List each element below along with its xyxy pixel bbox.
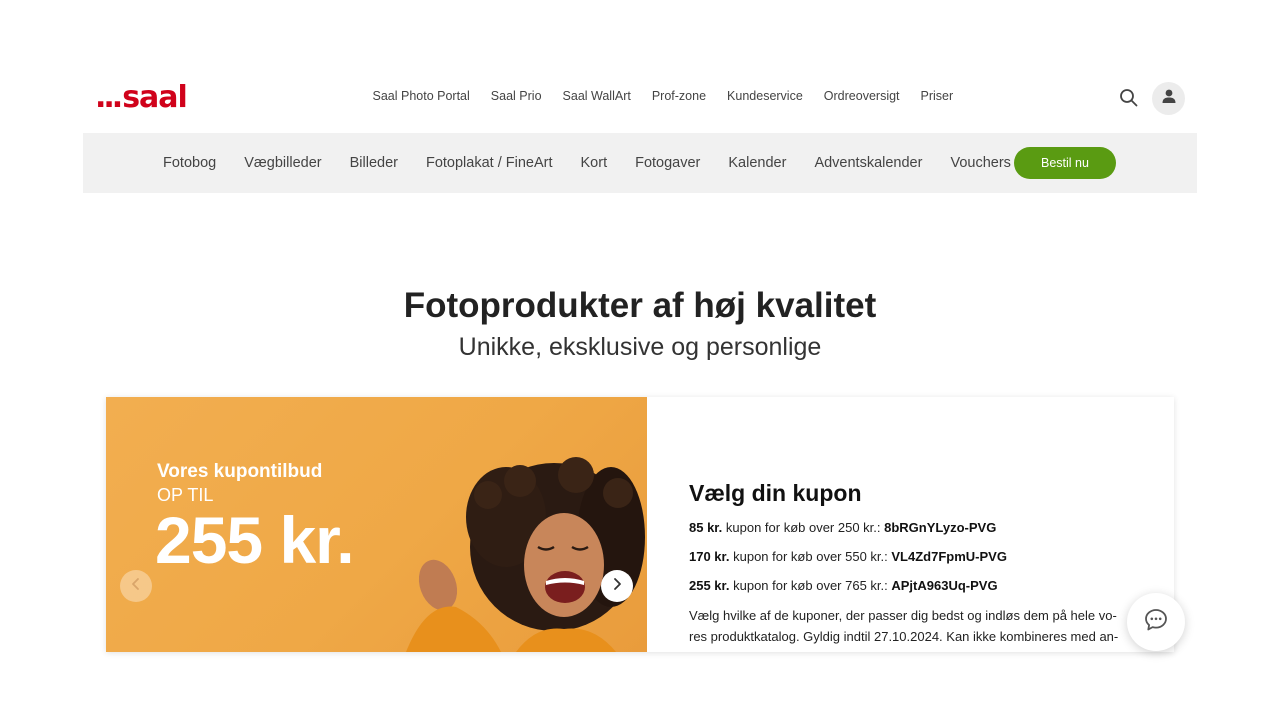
carousel-next-button[interactable] [601, 570, 633, 602]
carousel-prev-button[interactable] [120, 570, 152, 602]
coupon-amount: 170 kr. [689, 549, 730, 564]
coupon-line: 255 kr. kupon for køb over 765 kr.: APjt… [689, 578, 1139, 594]
coupon-condition: kupon for køb over 550 kr.: [729, 549, 892, 564]
coupon-code: VL4Zd7FpmU-PVG [891, 549, 1007, 564]
promo-amount: 255 kr. [155, 503, 355, 577]
coupon-details: Vælg din kupon 85 kr. kupon for køb over… [689, 480, 1139, 647]
category-item-vouchers[interactable]: Vouchers [936, 155, 1024, 171]
user-icon [1161, 88, 1177, 109]
promo-title: Vores kupontilbud [157, 461, 323, 482]
topnav-item-photo-portal[interactable]: Saal Photo Portal [362, 89, 480, 103]
chat-icon [1143, 607, 1169, 638]
topnav-item-wallart[interactable]: Saal WallArt [552, 89, 641, 103]
topnav-item-prof-zone[interactable]: Prof-zone [641, 89, 716, 103]
topnav-item-kundeservice[interactable]: Kundeservice [717, 89, 814, 103]
search-icon[interactable] [1118, 87, 1140, 109]
promo-banner: Vores kupontilbud OP TIL 255 kr. [106, 397, 647, 652]
category-navigation: Fotobog Vægbilleder Billeder Fotoplakat … [149, 133, 1025, 193]
user-account-button[interactable] [1152, 82, 1185, 115]
category-item-fotobog[interactable]: Fotobog [149, 155, 230, 171]
logo-dots: ... [95, 80, 123, 115]
coupon-code: 8bRGnYLyzo-PVG [884, 520, 997, 535]
page-subtitle: Unikke, eksklusive og personlige [458, 333, 822, 361]
coupon-card: Vores kupontilbud OP TIL 255 kr. Vælg di… [106, 397, 1174, 652]
coupon-description: Vælg hvilke af de kuponer, der passer di… [689, 608, 1119, 644]
coupon-condition: kupon for køb over 765 kr.: [729, 578, 892, 593]
saal-logo[interactable]: ... saal [95, 80, 188, 115]
coupon-heading: Vælg din kupon [689, 480, 862, 506]
category-bar: Fotobog Vægbilleder Billeder Fotoplakat … [83, 133, 1197, 193]
site-header: ... saal Saal Photo Portal Saal Prio Saa… [0, 0, 1280, 133]
topnav-item-ordreoversigt[interactable]: Ordreoversigt [813, 89, 910, 103]
coupon-condition: kupon for køb over 250 kr.: [722, 520, 885, 535]
topnav-item-priser[interactable]: Priser [910, 89, 964, 103]
order-now-button[interactable]: Bestil nu [1014, 147, 1116, 179]
category-item-adventskalender[interactable]: Adventskalender [800, 155, 936, 171]
top-navigation: Saal Photo Portal Saal Prio Saal WallArt… [362, 89, 964, 103]
coupon-line: 170 kr. kupon for køb over 550 kr.: VL4Z… [689, 549, 1139, 565]
coupon-line: 85 kr. kupon for køb over 250 kr.: 8bRGn… [689, 520, 1139, 536]
category-item-kalender[interactable]: Kalender [714, 155, 800, 171]
category-item-fotoplakat[interactable]: Fotoplakat / FineArt [412, 155, 567, 171]
logo-text: saal [122, 80, 188, 115]
topnav-item-prio[interactable]: Saal Prio [480, 89, 552, 103]
coupon-amount: 255 kr. [689, 578, 730, 593]
category-item-billeder[interactable]: Billeder [336, 155, 412, 171]
category-item-vaegbilleder[interactable]: Vægbilleder [230, 155, 335, 171]
page-title: Fotoprodukter af høj kvalitet [403, 286, 877, 325]
category-item-fotogaver[interactable]: Fotogaver [621, 155, 714, 171]
chevron-left-icon [129, 577, 143, 596]
chat-button[interactable] [1127, 593, 1185, 651]
category-item-kort[interactable]: Kort [567, 155, 622, 171]
chevron-right-icon [610, 577, 624, 596]
coupon-code: APjtA963Uq-PVG [891, 578, 998, 593]
coupon-amount: 85 kr. [689, 520, 723, 535]
